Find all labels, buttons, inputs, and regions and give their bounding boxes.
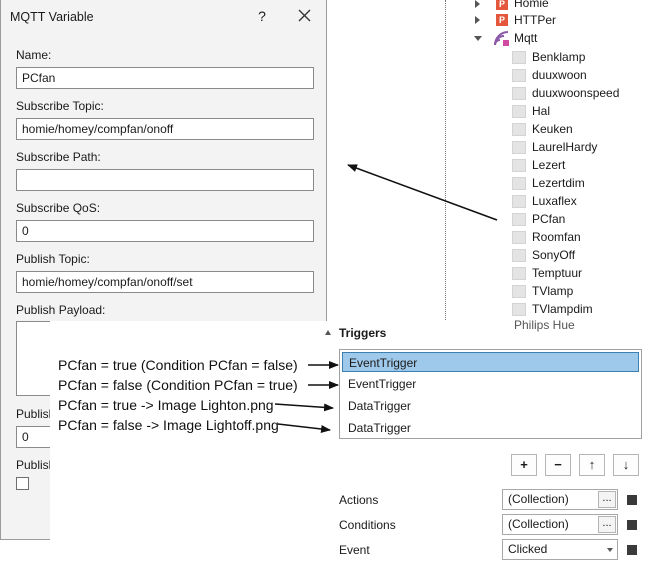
annotation-arrow (277, 423, 331, 433)
annotation-arrows (274, 164, 498, 433)
annotation-arrow (274, 403, 334, 412)
annotation-arrow (347, 164, 498, 221)
